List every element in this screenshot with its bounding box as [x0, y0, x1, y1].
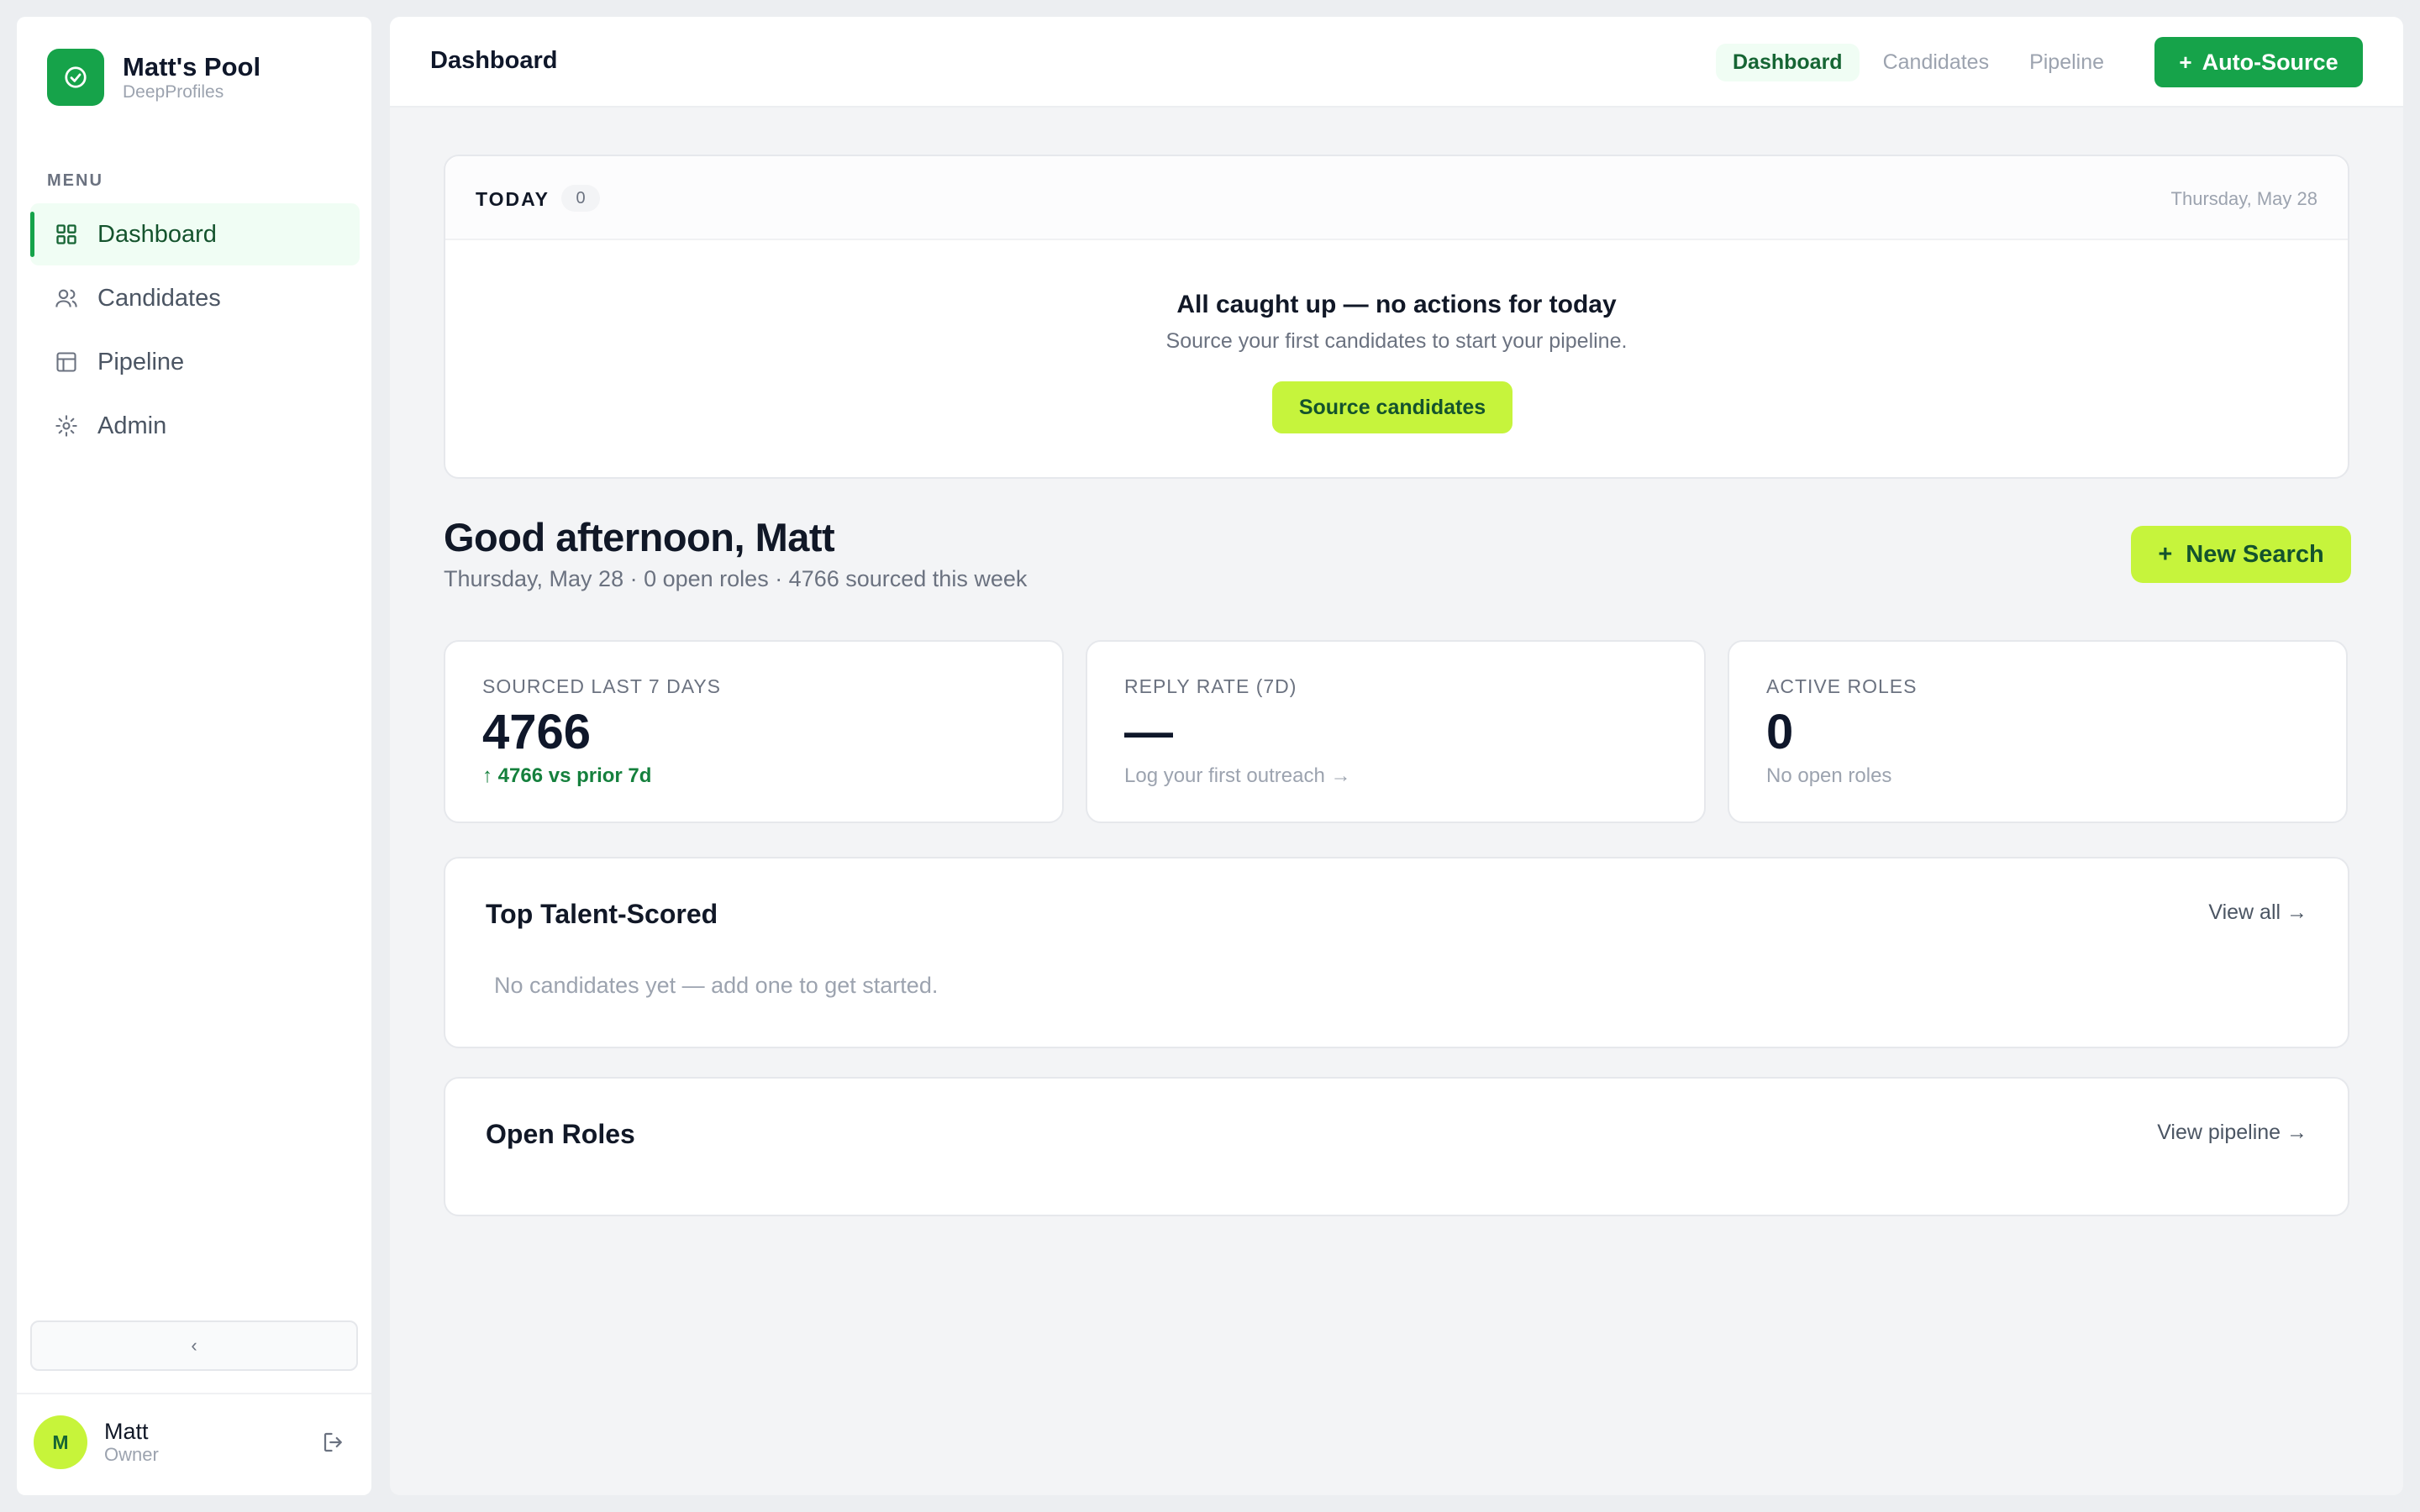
greeting-subtitle: Thursday, May 28 · 0 open roles · 4766 s…	[444, 566, 1028, 591]
settings-icon	[54, 413, 79, 438]
auto-source-label: Auto-Source	[2202, 49, 2338, 75]
logout-icon[interactable]	[321, 1430, 348, 1457]
users-icon	[54, 286, 79, 311]
user-profile: M Matt Owner	[34, 1413, 361, 1472]
sidebar-item-label: Dashboard	[97, 220, 217, 248]
divider	[17, 1393, 371, 1394]
user-name: Matt	[104, 1419, 149, 1444]
stat-card-active-roles: ACTIVE ROLES 0 No open roles	[1728, 640, 2348, 823]
log-outreach-link[interactable]: Log your first outreach →	[1124, 764, 1350, 788]
stat-label: SOURCED LAST 7 DAYS	[482, 675, 722, 697]
greeting-title: Good afternoon, Matt	[444, 515, 835, 559]
user-role: Owner	[104, 1444, 159, 1465]
today-count-badge: 0	[561, 185, 600, 212]
new-search-label: New Search	[2186, 540, 2324, 568]
main-content: Dashboard Dashboard Candidates Pipeline …	[390, 17, 2403, 1495]
open-roles-panel: Open Roles View pipeline →	[444, 1077, 2349, 1216]
tab-pipeline[interactable]: Pipeline	[2012, 44, 2121, 81]
view-pipeline-link[interactable]: View pipeline →	[2157, 1121, 2307, 1145]
sidebar-nav: Dashboard Candidates Pipeline Admin	[30, 203, 360, 459]
sidebar-item-candidates[interactable]: Candidates	[30, 267, 360, 329]
tab-dashboard[interactable]: Dashboard	[1716, 44, 1860, 81]
table-icon	[54, 349, 79, 375]
auto-source-button[interactable]: + Auto-Source	[2154, 37, 2363, 87]
topbar: Dashboard Dashboard Candidates Pipeline …	[390, 17, 2403, 108]
menu-label: MENU	[47, 171, 103, 190]
new-search-button[interactable]: + New Search	[2131, 526, 2351, 583]
top-tabs: Dashboard Candidates Pipeline	[1716, 44, 2128, 81]
sidebar-item-label: Candidates	[97, 284, 221, 312]
panel-title: Open Roles	[486, 1119, 635, 1149]
empty-state-text: No candidates yet — add one to get start…	[494, 973, 939, 998]
stat-value: 4766	[482, 705, 592, 759]
plus-icon: +	[2158, 540, 2173, 568]
brand-title: Matt's Pool	[123, 52, 261, 81]
sidebar-item-label: Admin	[97, 412, 167, 439]
source-candidates-button[interactable]: Source candidates	[1272, 381, 1512, 433]
panel-title: Top Talent-Scored	[486, 899, 718, 929]
today-empty-title: All caught up — no actions for today	[1176, 291, 1617, 318]
sidebar: Matt's Pool DeepProfiles MENU Dashboard	[17, 17, 371, 1495]
brand-subtitle: DeepProfiles	[123, 82, 224, 102]
sidebar-item-pipeline[interactable]: Pipeline	[30, 331, 360, 393]
sidebar-item-label: Pipeline	[97, 348, 185, 375]
sidebar-item-admin[interactable]: Admin	[30, 395, 360, 457]
plus-icon: +	[2179, 49, 2192, 75]
chevron-left-icon: ‹	[191, 1335, 197, 1356]
top-talent-panel: Top Talent-Scored View all → No candidat…	[444, 857, 2349, 1048]
stat-note: No open roles	[1766, 764, 1892, 787]
brand-logo-icon	[47, 49, 104, 106]
view-all-link[interactable]: View all →	[2208, 900, 2307, 925]
today-empty-subtitle: Source your first candidates to start yo…	[1165, 329, 1628, 353]
page-title: Dashboard	[430, 47, 558, 74]
stat-card-reply-rate: REPLY RATE (7D) — Log your first outreac…	[1086, 640, 1706, 823]
today-label: TODAY	[476, 188, 550, 210]
grid-icon	[54, 222, 79, 247]
sidebar-item-dashboard[interactable]: Dashboard	[30, 203, 360, 265]
stat-trend: ↑ 4766 vs prior 7d	[482, 764, 652, 787]
stat-label: REPLY RATE (7D)	[1124, 675, 1297, 697]
app-root: Matt's Pool DeepProfiles MENU Dashboard	[0, 0, 2420, 1512]
stat-card-sourced: SOURCED LAST 7 DAYS 4766 ↑ 4766 vs prior…	[444, 640, 1064, 823]
avatar[interactable]: M	[34, 1415, 87, 1469]
today-header: TODAY 0 Thursday, May 28	[445, 156, 2348, 240]
collapse-sidebar-button[interactable]: ‹	[30, 1320, 358, 1371]
today-card: TODAY 0 Thursday, May 28 All caught up —…	[444, 155, 2349, 479]
stat-value: —	[1124, 705, 1173, 759]
stat-value: 0	[1766, 705, 1794, 759]
brand[interactable]: Matt's Pool DeepProfiles	[47, 49, 260, 106]
stat-label: ACTIVE ROLES	[1766, 675, 1918, 697]
today-date: Thursday, May 28	[2170, 188, 2317, 209]
tab-candidates[interactable]: Candidates	[1866, 44, 2006, 81]
